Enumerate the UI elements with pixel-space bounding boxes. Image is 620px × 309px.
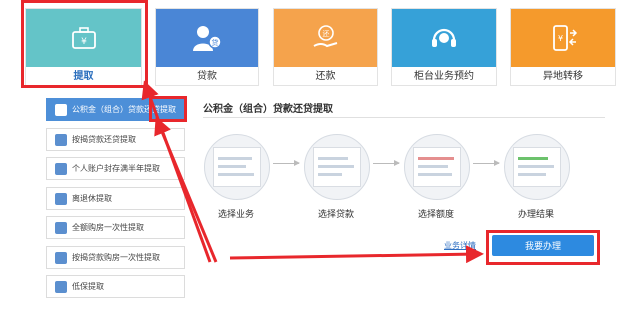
- arrow-to-apply-button: [229, 245, 484, 264]
- annotation-arrows: [141, 80, 484, 264]
- arrow-to-menu-item: [154, 116, 218, 263]
